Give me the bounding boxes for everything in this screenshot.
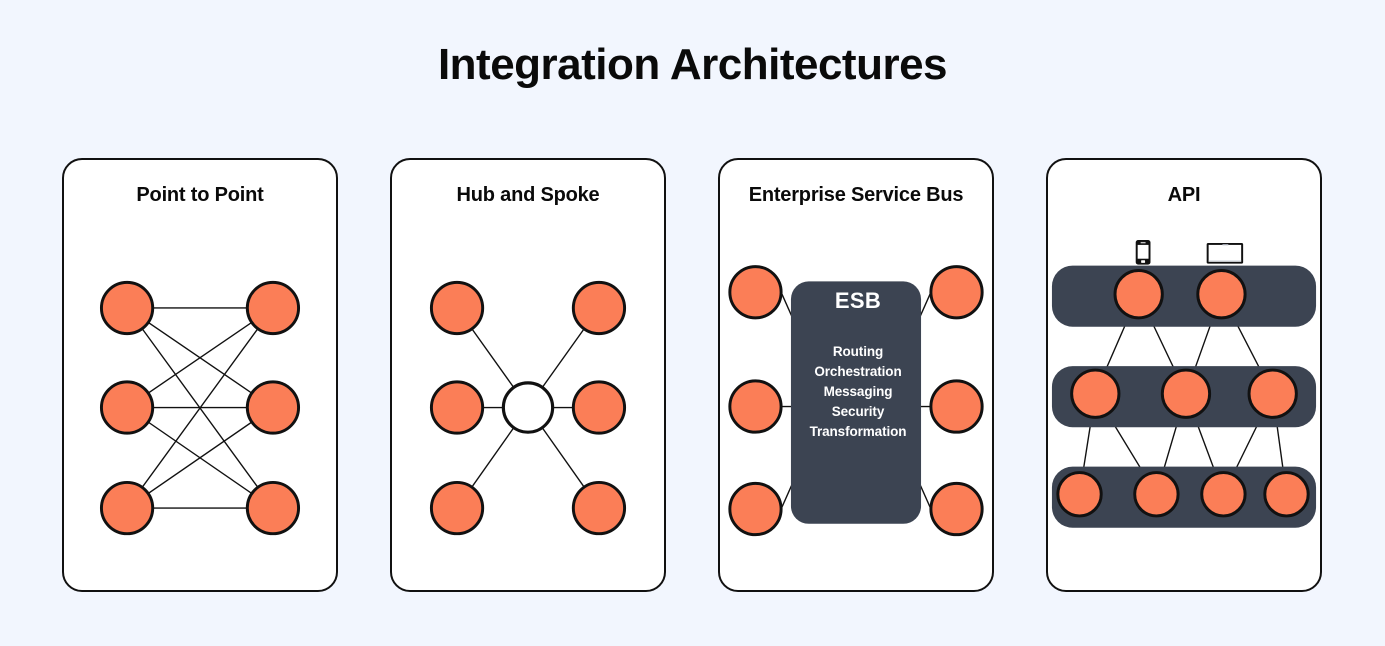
node[interactable] bbox=[99, 280, 155, 336]
panel-api[interactable]: API bbox=[1046, 158, 1322, 592]
node[interactable] bbox=[245, 380, 301, 435]
esb-graph bbox=[728, 265, 984, 537]
node[interactable] bbox=[728, 379, 783, 434]
node[interactable] bbox=[1160, 368, 1212, 419]
node[interactable] bbox=[1056, 471, 1103, 518]
spoke-node[interactable] bbox=[429, 480, 485, 536]
node[interactable] bbox=[99, 480, 155, 536]
node[interactable] bbox=[1133, 471, 1180, 518]
point-to-point-graph bbox=[99, 280, 301, 536]
panel-enterprise-service-bus[interactable]: Enterprise Service Bus ESB Routing Orche… bbox=[718, 158, 994, 592]
node[interactable] bbox=[1196, 269, 1247, 320]
node[interactable] bbox=[99, 380, 155, 435]
node[interactable] bbox=[1200, 471, 1247, 518]
node[interactable] bbox=[245, 280, 301, 336]
spoke-node[interactable] bbox=[429, 380, 485, 435]
node[interactable] bbox=[728, 481, 783, 537]
node[interactable] bbox=[929, 379, 984, 434]
api-graph bbox=[1051, 239, 1317, 528]
phone-icon bbox=[1135, 239, 1151, 265]
hub-node[interactable] bbox=[501, 381, 555, 434]
spoke-node[interactable] bbox=[571, 380, 627, 435]
panel-point-to-point[interactable]: Point to Point bbox=[62, 158, 338, 592]
spoke-node[interactable] bbox=[571, 280, 627, 336]
node[interactable] bbox=[1113, 269, 1164, 320]
node[interactable] bbox=[1247, 368, 1298, 419]
spoke-node[interactable] bbox=[571, 480, 627, 536]
hub-and-spoke-graph bbox=[429, 280, 627, 536]
node[interactable] bbox=[1263, 471, 1310, 518]
esb-bus-panel[interactable] bbox=[790, 281, 922, 524]
node[interactable] bbox=[929, 265, 984, 320]
diagram-root: Integration Architectures Point to Point bbox=[0, 0, 1385, 646]
node[interactable] bbox=[245, 480, 301, 536]
tablet-icon bbox=[1206, 242, 1244, 264]
node[interactable] bbox=[728, 265, 783, 320]
api-layer-bar[interactable] bbox=[1051, 265, 1317, 327]
spoke-node[interactable] bbox=[429, 280, 485, 336]
node[interactable] bbox=[929, 481, 984, 537]
node[interactable] bbox=[1070, 368, 1121, 419]
page-title: Integration Architectures bbox=[437, 40, 948, 89]
panel-hub-and-spoke[interactable]: Hub and Spoke bbox=[390, 158, 666, 592]
